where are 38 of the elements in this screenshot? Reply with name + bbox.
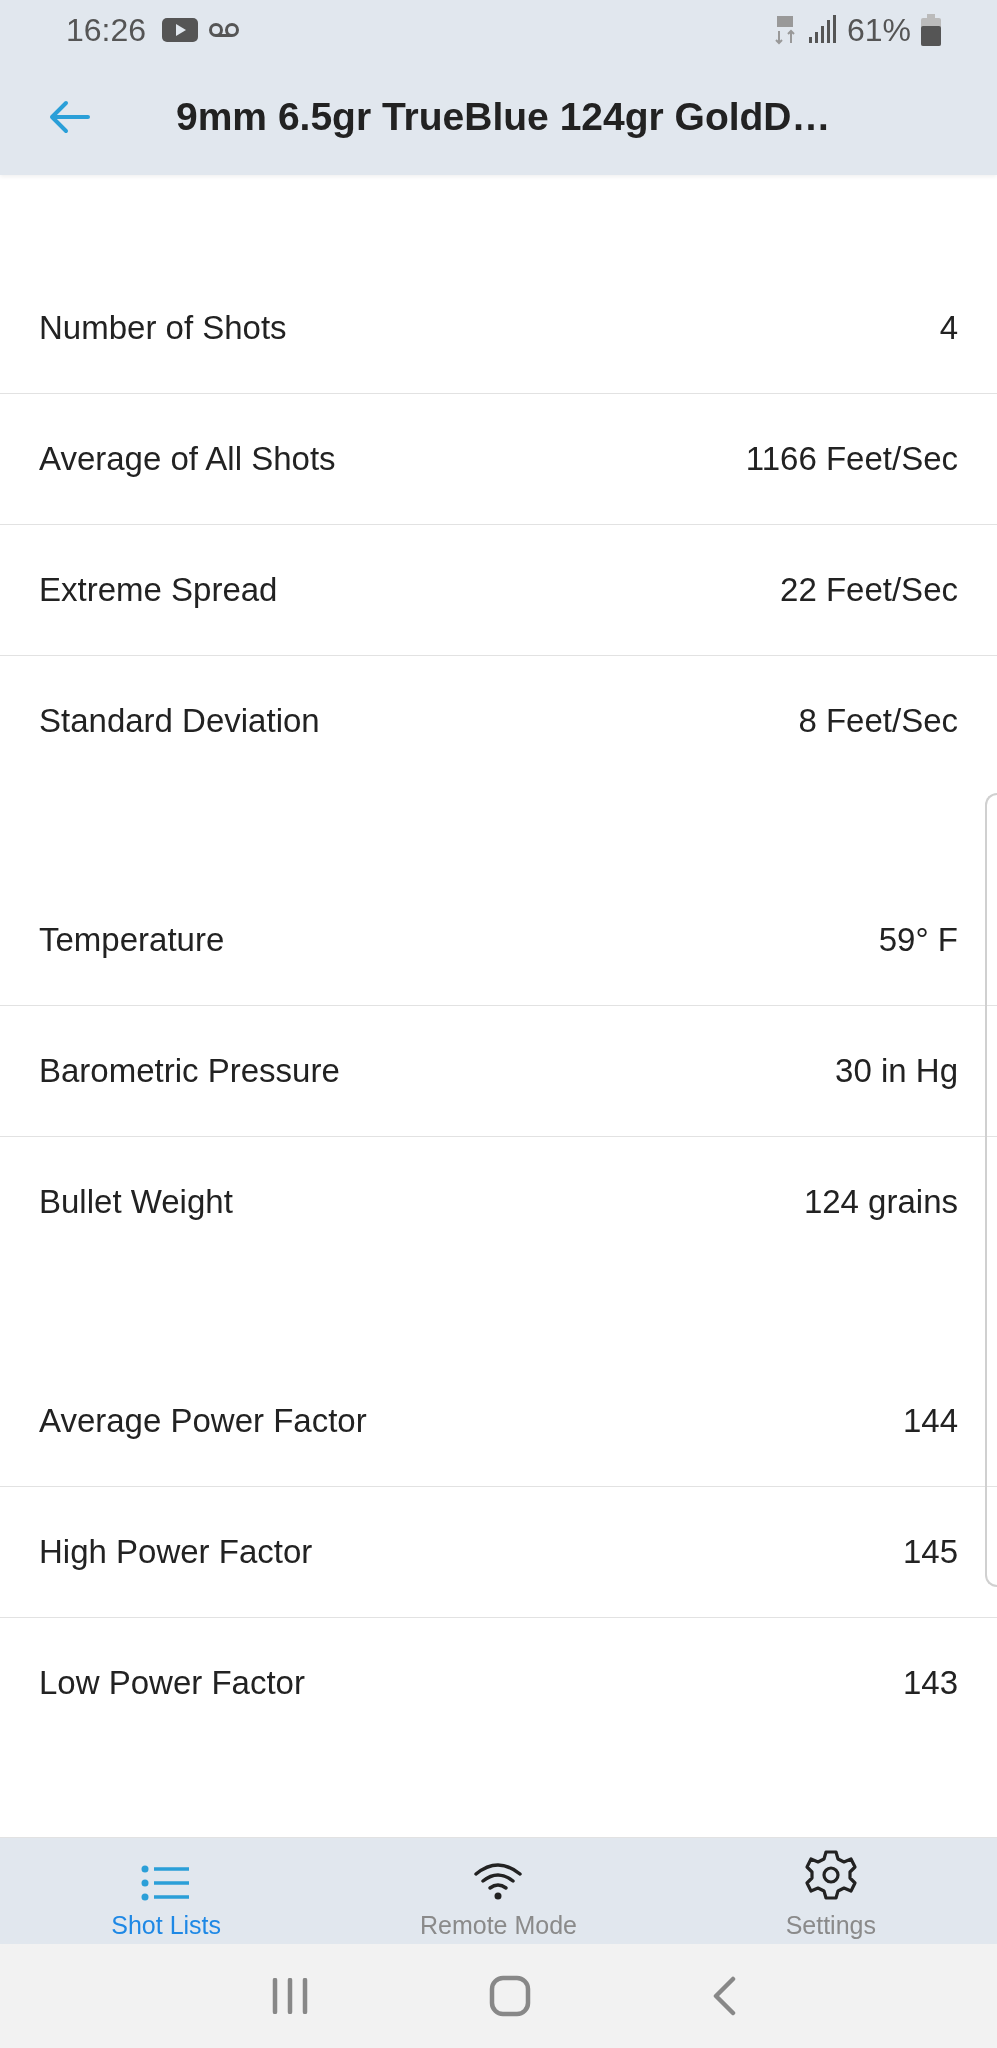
stat-value: 1166 Feet/Sec [745,439,958,478]
stat-value: 4 [939,308,958,347]
stat-value: 59° F [878,920,958,959]
list-icon [141,1864,192,1901]
stat-label: Number of Shots [39,308,287,347]
battery-icon [921,14,941,46]
voicemail-icon [208,22,241,38]
network-icon [774,15,797,45]
settings-icon [804,1848,857,1901]
stat-value: 144 [902,1401,958,1440]
stat-label: High Power Factor [39,1532,313,1571]
stat-value: 143 [902,1663,958,1702]
stat-value: 22 Feet/Sec [780,570,958,609]
stat-label: Standard Deviation [39,701,320,740]
stat-value: 30 in Hg [835,1051,958,1090]
stat-value: 124 grains [803,1182,958,1221]
nav-tab[interactable]: Remote Mode [332,1837,665,1944]
stat-value: 145 [902,1532,958,1571]
nav-tab[interactable]: Shot Lists [0,1837,333,1944]
edge-panel-handle[interactable] [985,792,997,1587]
stat-label: Barometric Pressure [39,1051,340,1090]
stat-label: Average of All Shots [39,439,336,478]
back-arrow-icon[interactable] [48,100,90,135]
stat-label: Temperature [39,920,225,959]
stat-value: 8 Feet/Sec [798,701,958,740]
screen-title: 9mm 6.5gr TrueBlue 124gr GoldD… [176,95,831,140]
stat-label: Low Power Factor [39,1663,305,1702]
signal-icon [806,15,837,45]
video-icon [162,17,199,43]
nav-tab[interactable]: Settings [664,1837,997,1944]
status-time: 16:26 [66,11,147,49]
wifi-icon [473,1860,524,1901]
back-icon[interactable] [711,1975,738,2016]
battery-percent: 61% [846,11,911,49]
stat-label: Bullet Weight [39,1182,233,1221]
stat-label: Average Power Factor [39,1401,367,1440]
home-icon[interactable] [489,1974,532,2017]
stat-label: Extreme Spread [39,570,278,609]
